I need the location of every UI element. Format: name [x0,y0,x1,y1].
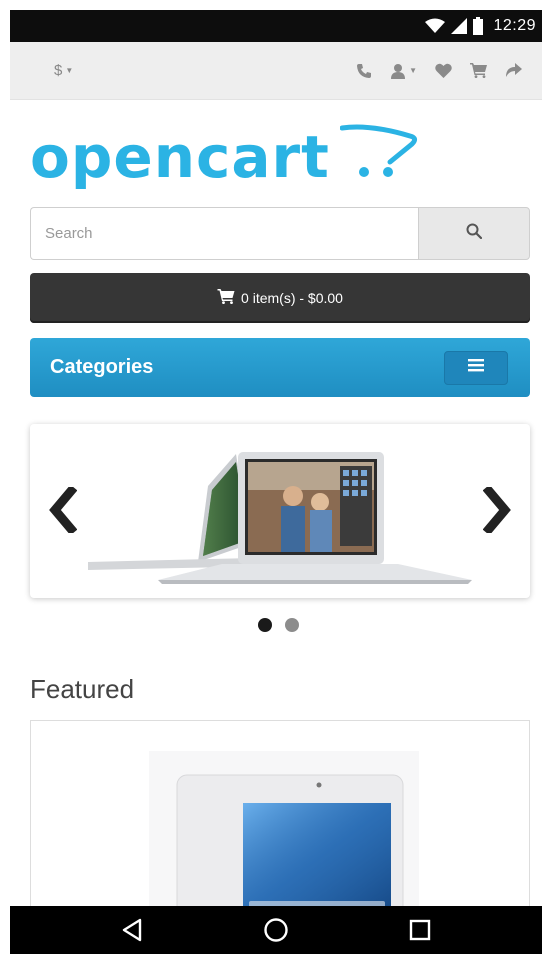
hamburger-menu-icon [468,358,484,377]
slide-prev-button[interactable] [42,484,82,540]
account-dropdown[interactable]: ▼ [390,63,417,79]
logo-text: opencart [30,123,330,191]
pagination-dot-1[interactable] [258,618,272,632]
back-icon[interactable] [102,910,162,950]
product-card [30,720,530,920]
cart-button[interactable]: 0 item(s) - $0.00 [30,273,530,323]
opencart-logo[interactable]: opencart [30,122,420,189]
slideshow [30,424,530,598]
status-bar: 12:29 [10,10,542,42]
share-icon[interactable] [505,63,522,78]
recents-icon[interactable] [390,910,450,950]
phone-icon[interactable] [356,63,372,79]
chevron-left-icon [47,484,78,538]
home-icon[interactable] [246,910,306,950]
chevron-right-icon [482,484,513,538]
search-bar [30,207,530,260]
toolbar-icons: ▼ [356,63,522,79]
android-nav-bar [10,906,542,954]
categories-toggle-button[interactable] [444,350,508,385]
status-icons: 12:29 [425,17,536,35]
categories-title: Categories [50,356,154,378]
battery-icon [473,17,484,35]
slide-next-button[interactable] [478,484,518,540]
pagination-dot-2[interactable] [285,618,299,632]
status-clock: 12:29 [493,17,536,34]
slide-image-macbook-air[interactable] [88,434,472,595]
heart-icon[interactable] [435,63,452,78]
wifi-icon [425,18,446,34]
slideshow-pagination [258,618,299,632]
categories-bar: Categories [30,338,530,397]
signal-icon [451,18,468,34]
featured-title: Featured [30,674,135,704]
cart-icon[interactable] [470,63,487,78]
cart-label: 0 item(s) - $0.00 [241,290,343,306]
product-image-macbook[interactable] [149,751,419,919]
logo-cart-icon [339,122,420,185]
currency-dropdown[interactable]: $ ▼ [54,62,73,79]
search-input[interactable] [30,207,418,260]
screen: 12:29 $ ▼ ▼ opencart Search 0 item(s) - … [0,0,542,954]
search-button[interactable] [418,207,530,260]
currency-symbol: $ [54,62,63,79]
user-icon [390,63,406,79]
cart-icon [217,289,235,307]
caret-down-icon: ▼ [409,66,417,75]
search-icon [466,223,483,244]
caret-down-icon: ▼ [65,66,74,75]
top-toolbar: $ ▼ ▼ [10,42,542,100]
